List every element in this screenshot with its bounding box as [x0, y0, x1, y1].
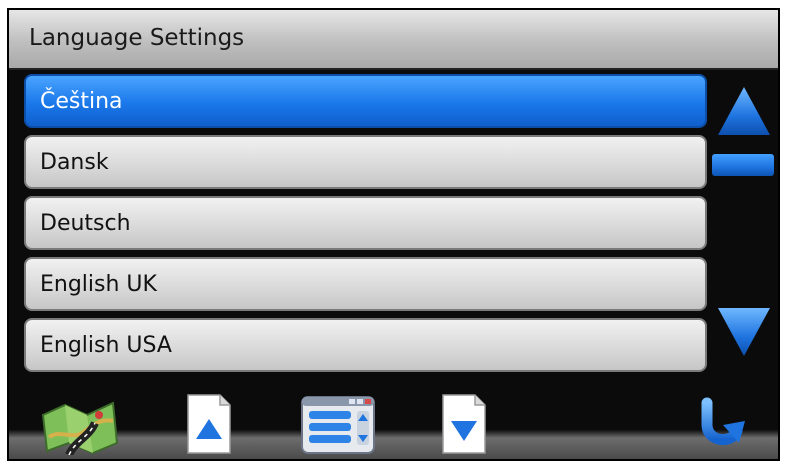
language-list: Čeština Dansk Deutsch English UK English…: [24, 74, 707, 379]
back-button[interactable]: [693, 395, 747, 453]
list-menu-button[interactable]: [299, 391, 379, 457]
language-item-cestina[interactable]: Čeština: [24, 74, 707, 128]
language-label: English USA: [40, 333, 172, 358]
triangle-up-icon: [718, 87, 770, 135]
bottom-toolbar: [9, 389, 778, 459]
page-up-button[interactable]: [186, 393, 232, 455]
scroll-down-button[interactable]: [716, 306, 772, 360]
page-title: Language Settings: [29, 25, 245, 51]
language-item-english-usa[interactable]: English USA: [24, 318, 707, 372]
app-window: Language Settings Čeština Dansk Deutsch …: [7, 8, 780, 461]
list-menu-icon: [301, 396, 375, 454]
back-arrow-icon: [701, 397, 745, 445]
map-icon: [41, 401, 119, 457]
language-item-english-uk[interactable]: English UK: [24, 257, 707, 311]
scroll-thumb[interactable]: [712, 154, 774, 176]
title-bar: Language Settings: [9, 10, 778, 70]
language-label: Deutsch: [40, 211, 131, 236]
page-down-button[interactable]: [441, 393, 487, 455]
language-item-dansk[interactable]: Dansk: [24, 135, 707, 189]
language-label: Dansk: [40, 150, 109, 175]
scroll-up-button[interactable]: [716, 83, 772, 137]
page-down-icon: [442, 394, 486, 454]
language-item-deutsch[interactable]: Deutsch: [24, 196, 707, 250]
language-label: English UK: [40, 272, 157, 297]
triangle-down-icon: [718, 308, 770, 356]
language-label: Čeština: [40, 89, 123, 114]
map-button[interactable]: [39, 393, 121, 457]
page-up-icon: [187, 394, 231, 454]
